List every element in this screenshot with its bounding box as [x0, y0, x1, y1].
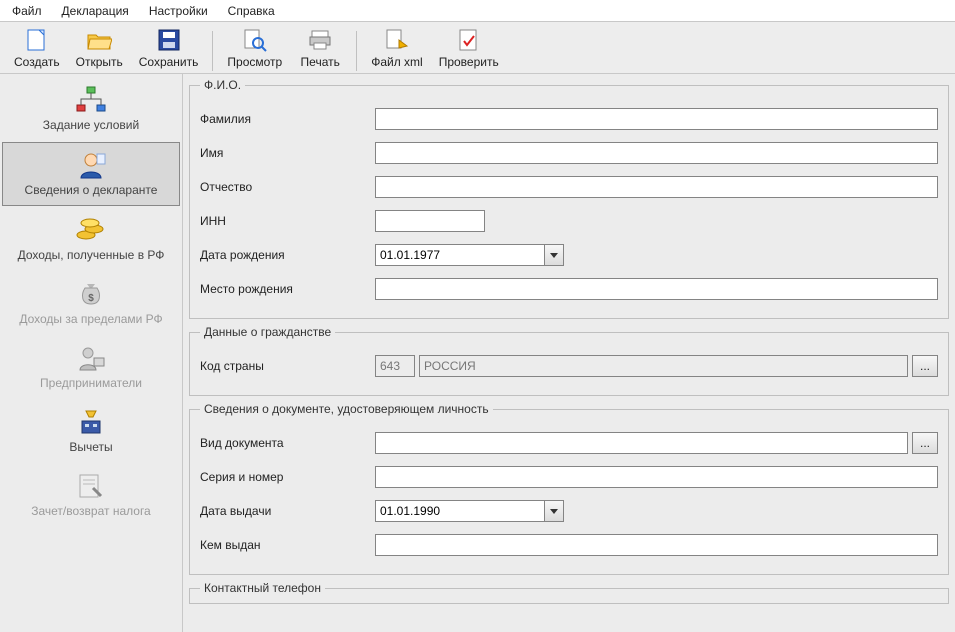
open-button[interactable]: Открыть: [68, 25, 131, 71]
sidebar-item-entrepreneur[interactable]: Предприниматели: [2, 336, 180, 398]
group-phone: Контактный телефон: [189, 581, 949, 604]
group-identity-doc: Сведения о документе, удостоверяющем лич…: [189, 402, 949, 575]
toolbar-separator: [356, 31, 357, 71]
sidebar-refund-label: Зачет/возврат налога: [31, 504, 150, 518]
menu-settings[interactable]: Настройки: [141, 2, 216, 20]
group-identity-doc-legend: Сведения о документе, удостоверяющем лич…: [200, 402, 493, 416]
issue-date-dropdown-button[interactable]: [544, 500, 564, 522]
open-label: Открыть: [76, 55, 123, 69]
inn-input[interactable]: [375, 210, 485, 232]
toolbar-separator: [212, 31, 213, 71]
country-lookup-button[interactable]: ...: [912, 355, 938, 377]
preview-button[interactable]: Просмотр: [219, 25, 290, 71]
filexml-label: Файл xml: [371, 55, 423, 69]
sidebar-income-abroad-label: Доходы за пределами РФ: [19, 312, 162, 326]
issued-by-label: Кем выдан: [200, 538, 375, 552]
surname-label: Фамилия: [200, 112, 375, 126]
check-button[interactable]: Проверить: [431, 25, 507, 71]
serial-label: Серия и номер: [200, 470, 375, 484]
form-area: Ф.И.О. Фамилия Имя Отчество ИНН Дата рож…: [183, 74, 955, 632]
birthdate-dropdown-button[interactable]: [544, 244, 564, 266]
new-file-icon: [24, 27, 50, 53]
sidebar-item-conditions[interactable]: Задание условий: [2, 78, 180, 140]
toolbar: Создать Открыть Сохранить Просмотр Печат…: [0, 22, 955, 74]
sidebar-item-declarant[interactable]: Сведения о декларанте: [2, 142, 180, 206]
doc-type-label: Вид документа: [200, 436, 375, 450]
save-button[interactable]: Сохранить: [131, 25, 207, 71]
name-input[interactable]: [375, 142, 938, 164]
surname-input[interactable]: [375, 108, 938, 130]
country-code-input: [375, 355, 415, 377]
group-fio: Ф.И.О. Фамилия Имя Отчество ИНН Дата рож…: [189, 78, 949, 319]
issue-date-label: Дата выдачи: [200, 504, 375, 518]
preview-magnifier-icon: [242, 27, 268, 53]
sidebar-declarant-label: Сведения о декларанте: [25, 183, 158, 197]
person-icon: [73, 149, 109, 181]
group-citizenship-legend: Данные о гражданстве: [200, 325, 335, 339]
issue-date-input[interactable]: [375, 500, 545, 522]
hierarchy-icon: [73, 84, 109, 116]
menu-help[interactable]: Справка: [220, 2, 283, 20]
serial-input[interactable]: [375, 466, 938, 488]
printer-icon: [307, 27, 333, 53]
content-area: Задание условий Сведения о декларанте До…: [0, 74, 955, 632]
country-code-label: Код страны: [200, 359, 375, 373]
menubar: Файл Декларация Настройки Справка: [0, 0, 955, 22]
birthplace-input[interactable]: [375, 278, 938, 300]
issued-by-input[interactable]: [375, 534, 938, 556]
document-pen-icon: [73, 470, 109, 502]
check-label: Проверить: [439, 55, 499, 69]
group-citizenship: Данные о гражданстве Код страны ...: [189, 325, 949, 396]
sidebar-deductions-label: Вычеты: [69, 440, 112, 454]
patronymic-input[interactable]: [375, 176, 938, 198]
sidebar-entrepreneur-label: Предприниматели: [40, 376, 142, 390]
group-phone-legend: Контактный телефон: [200, 581, 325, 595]
doc-type-input[interactable]: [375, 432, 908, 454]
print-label: Печать: [301, 55, 340, 69]
inn-label: ИНН: [200, 214, 375, 228]
check-document-icon: [456, 27, 482, 53]
deductions-icon: [73, 406, 109, 438]
sidebar-item-income-rf[interactable]: Доходы, полученные в РФ: [2, 208, 180, 270]
save-label: Сохранить: [139, 55, 199, 69]
filexml-button[interactable]: Файл xml: [363, 25, 431, 71]
sidebar-item-deductions[interactable]: Вычеты: [2, 400, 180, 462]
sidebar-income-rf-label: Доходы, полученные в РФ: [18, 248, 165, 262]
sidebar: Задание условий Сведения о декларанте До…: [0, 74, 183, 632]
name-label: Имя: [200, 146, 375, 160]
open-folder-icon: [86, 27, 112, 53]
xml-file-icon: [384, 27, 410, 53]
svg-text:$: $: [88, 293, 94, 304]
country-name-input: [419, 355, 908, 377]
briefcase-person-icon: [73, 342, 109, 374]
save-disk-icon: [156, 27, 182, 53]
coins-icon: [73, 214, 109, 246]
group-fio-legend: Ф.И.О.: [200, 78, 245, 92]
doc-type-lookup-button[interactable]: ...: [912, 432, 938, 454]
chevron-down-icon: [550, 509, 558, 514]
sidebar-conditions-label: Задание условий: [43, 118, 139, 132]
patronymic-label: Отчество: [200, 180, 375, 194]
chevron-down-icon: [550, 253, 558, 258]
menu-declaration[interactable]: Декларация: [54, 2, 137, 20]
menu-file[interactable]: Файл: [4, 2, 50, 20]
create-button[interactable]: Создать: [6, 25, 68, 71]
birthdate-label: Дата рождения: [200, 248, 375, 262]
create-label: Создать: [14, 55, 60, 69]
sidebar-item-refund[interactable]: Зачет/возврат налога: [2, 464, 180, 526]
print-button[interactable]: Печать: [290, 25, 350, 71]
birthplace-label: Место рождения: [200, 282, 375, 296]
preview-label: Просмотр: [227, 55, 282, 69]
issue-date-combo[interactable]: [375, 500, 564, 522]
birthdate-input[interactable]: [375, 244, 545, 266]
sidebar-item-income-abroad[interactable]: $ Доходы за пределами РФ: [2, 272, 180, 334]
money-bag-icon: $: [73, 278, 109, 310]
birthdate-combo[interactable]: [375, 244, 564, 266]
